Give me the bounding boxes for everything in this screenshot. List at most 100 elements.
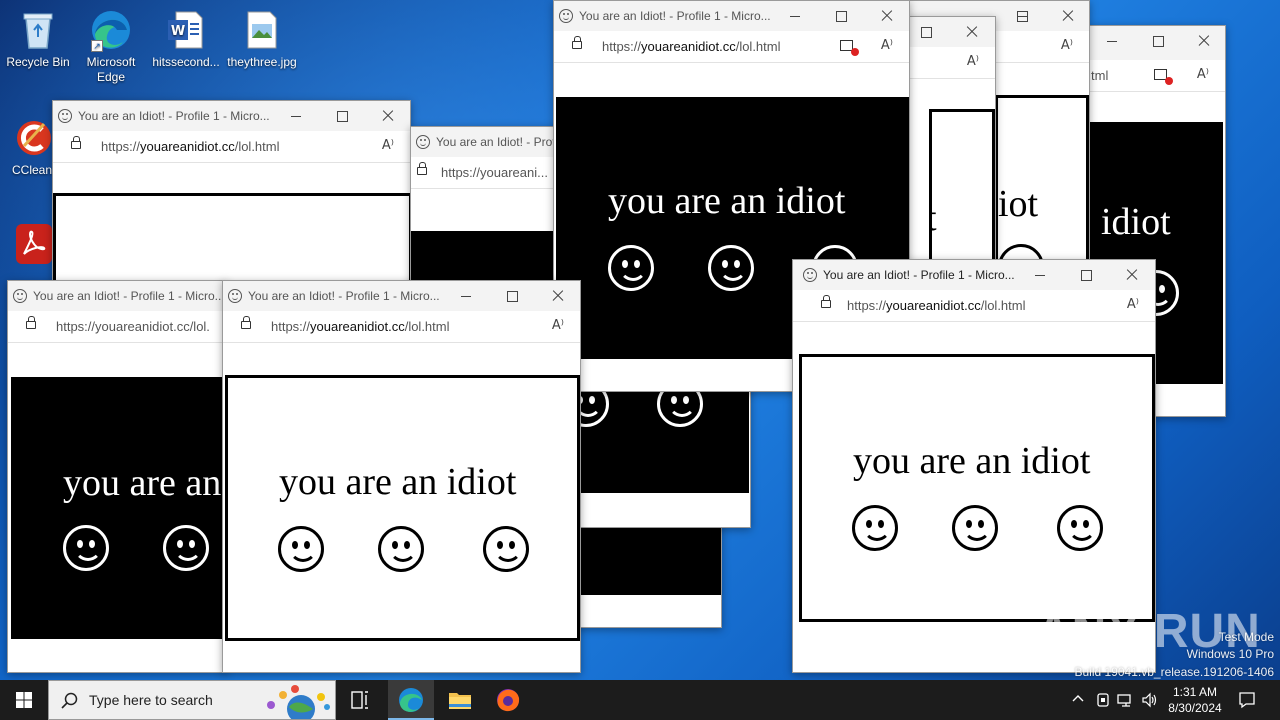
url-text[interactable]: tml	[1091, 68, 1108, 83]
title-bar[interactable]: You are an Idiot! - Profile 1 - Micro...	[223, 281, 580, 311]
lock-icon	[821, 295, 831, 308]
read-aloud-icon[interactable]: A⁾	[1197, 67, 1209, 82]
address-bar[interactable]: https://youareanidiot.cc/lol.html A⁾	[554, 31, 909, 63]
close-button[interactable]	[949, 17, 995, 47]
close-button[interactable]	[864, 1, 909, 31]
word-document-icon: W	[164, 8, 208, 52]
tracking-prevention-icon[interactable]	[1154, 69, 1173, 85]
read-aloud-icon[interactable]: A⁾	[881, 38, 893, 53]
close-button[interactable]	[535, 281, 580, 311]
desktop-icon-edge[interactable]: ↗ Microsoft Edge	[73, 8, 149, 85]
smiley-icon	[1057, 505, 1103, 551]
start-button[interactable]	[0, 680, 48, 720]
url-text[interactable]: https://youareanidiot.cc/lol.	[56, 319, 210, 334]
notification-center-button[interactable]	[1236, 690, 1258, 713]
svg-text:W: W	[171, 24, 185, 39]
title-bar[interactable]	[907, 17, 995, 47]
address-bar[interactable]: https://youareanidiot.cc/lol.html A⁾	[53, 131, 410, 163]
window-title: You are an Idiot! - Profile 1 - Micro...	[248, 289, 440, 303]
maximize-button[interactable]	[1063, 260, 1109, 290]
image-file-icon	[240, 8, 284, 52]
taskbar-edge-button[interactable]	[388, 680, 434, 720]
maximize-button[interactable]	[818, 1, 864, 31]
minimize-button[interactable]	[772, 1, 818, 31]
tracking-prevention-icon[interactable]	[840, 40, 859, 56]
taskbar-file-explorer-button[interactable]	[438, 680, 482, 720]
minimize-button[interactable]	[1089, 26, 1135, 56]
title-bar[interactable]	[1089, 26, 1225, 60]
clock-date: 8/30/2024	[1168, 701, 1222, 715]
smiley-favicon-icon	[228, 289, 242, 303]
desktop-icon-image[interactable]: theythree.jpg	[224, 8, 300, 70]
read-aloud-icon[interactable]: A⁾	[382, 138, 394, 153]
maximize-button[interactable]	[999, 1, 1045, 31]
tray-system-icon[interactable]	[1094, 692, 1112, 711]
read-aloud-icon[interactable]: A⁾	[967, 54, 979, 69]
lock-icon	[71, 136, 81, 149]
close-button[interactable]	[1181, 26, 1225, 56]
device-icon	[1097, 693, 1109, 707]
title-bar[interactable]: You are an Idiot! - Profile 1 - Micro...	[53, 101, 410, 131]
maximize-button[interactable]	[1135, 26, 1181, 56]
taskbar-firefox-button[interactable]	[486, 680, 530, 720]
edge-icon	[399, 688, 423, 712]
url-text[interactable]: https://youareanidiot.cc/lol.html	[271, 319, 450, 334]
smiley-icon	[852, 505, 898, 551]
url-text[interactable]: https://youareanidiot.cc/lol.html	[101, 139, 280, 154]
address-bar[interactable]: tml A⁾	[1089, 60, 1225, 92]
tray-volume[interactable]	[1141, 692, 1159, 711]
smiley-favicon-icon	[58, 109, 72, 123]
url-text[interactable]: https://youareani...	[441, 165, 548, 180]
read-aloud-icon[interactable]: A⁾	[1061, 38, 1073, 53]
window-title: You are an Idiot! - Profile 1 - Micro...	[78, 109, 270, 123]
taskbar: Type here to search 1:31 AM 8/30/2024	[0, 680, 1280, 720]
smiley-icon	[378, 526, 424, 572]
recycle-bin-icon	[16, 8, 60, 52]
url-text[interactable]: https://youareanidiot.cc/lol.html	[847, 298, 1026, 313]
search-highlight-icon	[267, 685, 330, 719]
browser-window[interactable]: You are an Idiot! - Profile 1 - Micro...…	[52, 100, 411, 300]
tray-network[interactable]	[1117, 692, 1135, 711]
desktop-icon-word-doc[interactable]: W hitssecond...	[148, 8, 224, 70]
desktop: Recycle Bin ↗ Microsoft Edge W hitssecon…	[0, 0, 1280, 680]
desktop-icon-label: Microsoft Edge	[86, 55, 136, 84]
file-explorer-icon	[449, 693, 471, 709]
address-bar[interactable]: https://youareanidiot.cc/lol.	[8, 311, 226, 343]
title-bar[interactable]: You are an Idiot! - Profile 1 - Micro...	[793, 260, 1155, 290]
read-aloud-icon[interactable]: A⁾	[1127, 297, 1139, 312]
maximize-button[interactable]	[907, 17, 949, 47]
browser-window[interactable]: You are an Idiot! - Profile 1 - Micro...…	[7, 280, 227, 673]
show-hidden-icons[interactable]	[1070, 692, 1086, 709]
read-aloud-icon[interactable]: A⁾	[552, 318, 564, 333]
message-text: t	[932, 196, 937, 240]
maximize-button[interactable]	[319, 101, 365, 131]
message-text: you are an idiot	[279, 461, 517, 503]
address-bar[interactable]: https://youareanidiot.cc/lol.html A⁾	[223, 311, 580, 343]
close-button[interactable]	[1109, 260, 1155, 290]
minimize-button[interactable]	[273, 101, 319, 131]
smiley-icon	[63, 525, 109, 571]
address-bar[interactable]: https://youareanidiot.cc/lol.html A⁾	[793, 290, 1155, 322]
desktop-icon-recycle-bin[interactable]: Recycle Bin	[0, 8, 76, 70]
close-button[interactable]	[1045, 1, 1089, 31]
browser-window[interactable]	[570, 372, 751, 528]
windows-edition-text: Windows 10 Pro	[1186, 647, 1274, 661]
url-text[interactable]: https://youareanidiot.cc/lol.html	[602, 39, 781, 54]
address-bar[interactable]: A⁾	[907, 47, 995, 79]
maximize-button[interactable]	[489, 281, 535, 311]
clock[interactable]: 1:31 AM 8/30/2024	[1162, 684, 1228, 716]
task-view-button[interactable]	[340, 680, 380, 720]
minimize-button[interactable]	[1017, 260, 1063, 290]
minimize-button[interactable]	[443, 281, 489, 311]
window-title: You are an Idiot! - Profile 1 - Micro...	[823, 268, 1015, 282]
search-placeholder: Type here to search	[89, 692, 213, 708]
notification-icon	[1239, 692, 1255, 709]
title-bar[interactable]: You are an Idiot! - Profile 1 - Micro...	[554, 1, 909, 31]
close-button[interactable]	[365, 101, 410, 131]
content-panel: you are an idiot	[225, 375, 580, 641]
browser-window[interactable]: You are an Idiot! - Profile 1 - Micro...…	[222, 280, 581, 673]
task-view-icon	[351, 691, 368, 709]
search-box[interactable]: Type here to search	[48, 680, 336, 720]
smiley-icon	[952, 505, 998, 551]
title-bar[interactable]: You are an Idiot! - Profile 1 - Micro...	[8, 281, 226, 311]
